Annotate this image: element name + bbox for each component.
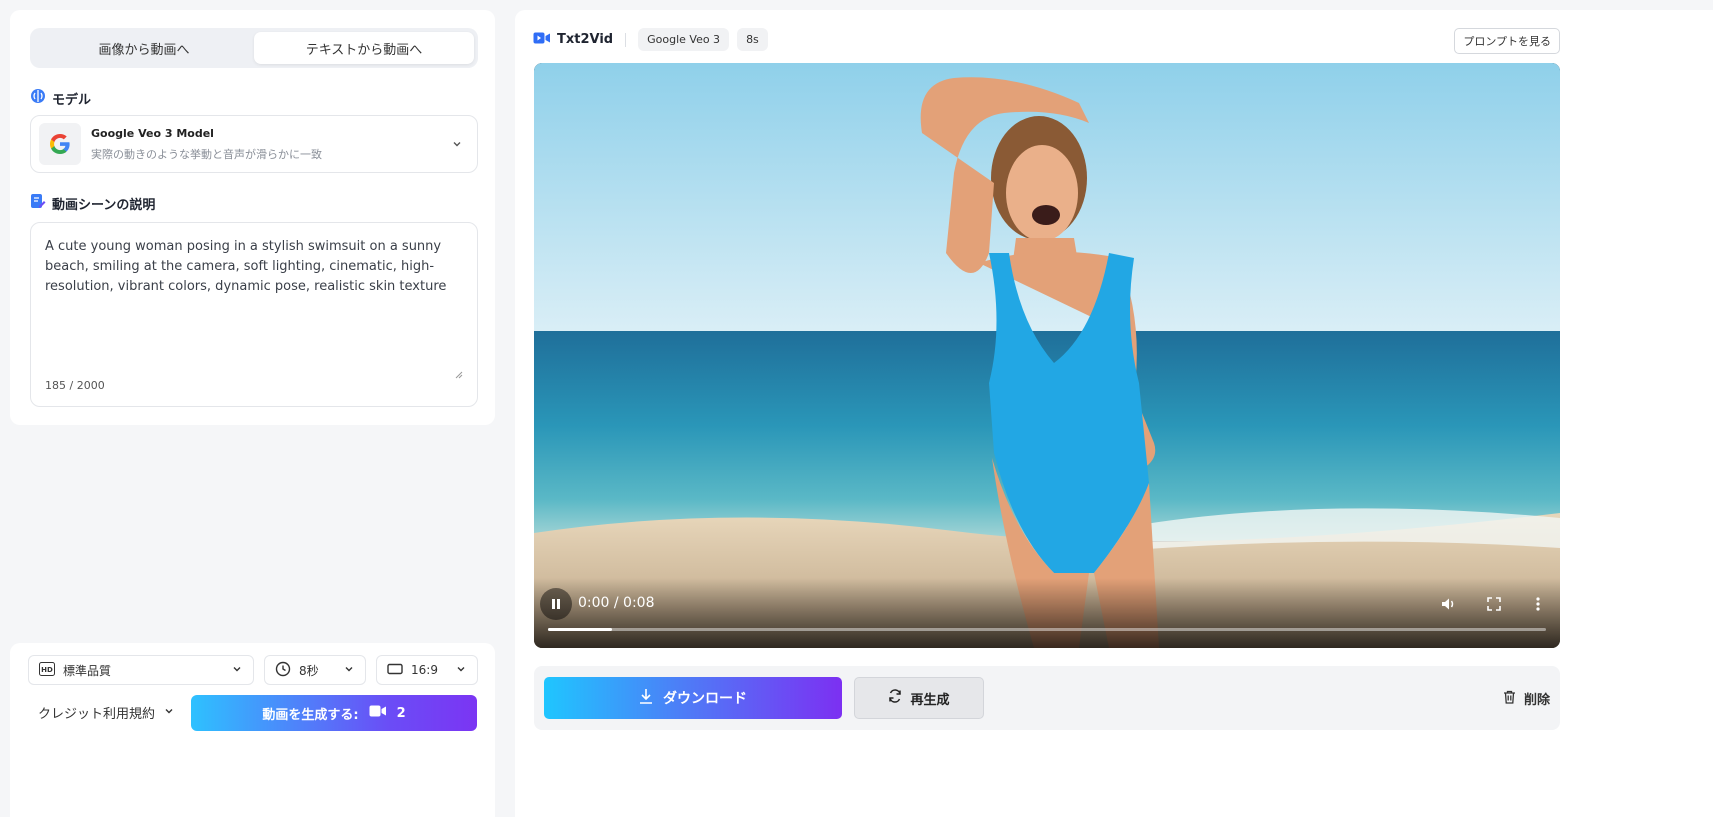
time-display: 0:00 / 0:08	[578, 595, 655, 611]
trash-icon	[1503, 690, 1516, 708]
download-icon	[639, 688, 653, 708]
model-description: 実際の動きのような挙動と音声が滑らかに一致	[91, 147, 322, 161]
delete-button[interactable]: 削除	[1503, 689, 1550, 708]
duration-value: 8秒	[299, 663, 319, 678]
duration-chip: 8s	[737, 28, 768, 51]
model-section-title: モデル	[30, 88, 91, 108]
action-bar: ダウンロード 再生成 削除	[534, 666, 1560, 730]
video-camera-icon	[369, 704, 387, 722]
scene-section-title: 動画シーンの説明	[30, 193, 155, 213]
delete-label: 削除	[1523, 693, 1550, 708]
aspect-value: 16:9	[411, 663, 438, 677]
model-title: モデル	[52, 92, 92, 108]
refresh-icon	[888, 689, 902, 707]
fullscreen-icon	[1487, 597, 1501, 611]
chevron-down-icon	[231, 663, 243, 678]
fullscreen-button[interactable]	[1485, 595, 1503, 613]
preview-header: Txt2Vid Google Veo 3 8s	[533, 28, 768, 51]
generate-video-button[interactable]: 動画を生成する: 2	[191, 695, 477, 731]
quality-value: 標準品質	[63, 663, 112, 678]
video-player[interactable]: 0:00 / 0:08	[534, 63, 1560, 648]
progress-bar[interactable]	[548, 628, 1546, 631]
tab-image-to-video[interactable]: 画像から動画へ	[34, 32, 254, 64]
chevron-down-icon	[455, 663, 467, 678]
settings-panel: 画像から動画へ テキストから動画へ モデル Google Veo 3 Model…	[10, 10, 495, 425]
volume-button[interactable]	[1440, 595, 1458, 613]
download-label: ダウンロード	[663, 691, 747, 707]
video-frame	[534, 63, 1560, 648]
view-prompt-button[interactable]: プロンプトを見る	[1454, 28, 1560, 54]
duration-select[interactable]: 8秒	[264, 655, 366, 685]
more-vertical-icon	[1536, 597, 1540, 611]
generate-label: 動画を生成する:	[262, 707, 359, 723]
player-controls: 0:00 / 0:08	[534, 578, 1560, 648]
pause-icon	[552, 599, 560, 609]
regenerate-label: 再生成	[910, 692, 950, 708]
volume-icon	[1442, 598, 1454, 610]
model-select[interactable]: Google Veo 3 Model 実際の動きのような挙動と音声が滑らかに一致	[30, 115, 478, 173]
credit-terms-label: クレジット利用規約	[38, 707, 156, 722]
clock-icon	[275, 661, 291, 680]
more-options-button[interactable]	[1529, 595, 1547, 613]
scene-title: 動画シーンの説明	[52, 197, 156, 213]
svg-text:HD: HD	[41, 666, 53, 674]
quality-select[interactable]: HD 標準品質	[28, 655, 254, 685]
char-counter: 185 / 2000	[45, 379, 105, 392]
generate-cost: 2	[396, 705, 406, 721]
tab-text-to-video[interactable]: テキストから動画へ	[254, 32, 474, 64]
chevron-down-icon	[445, 138, 469, 150]
progress-fill	[548, 628, 612, 631]
chevron-down-icon	[343, 663, 355, 678]
pause-button[interactable]	[540, 588, 572, 620]
model-name: Google Veo 3 Model	[91, 126, 214, 140]
resize-grip-icon[interactable]	[455, 368, 463, 379]
brain-icon	[30, 88, 46, 108]
video-camera-icon	[533, 31, 551, 49]
prompt-text[interactable]: A cute young woman posing in a stylish s…	[45, 237, 463, 297]
hd-icon: HD	[39, 661, 55, 679]
aspect-ratio-icon	[387, 663, 403, 678]
mode-tabs: 画像から動画へ テキストから動画へ	[30, 28, 478, 68]
regenerate-button[interactable]: 再生成	[854, 677, 984, 719]
prompt-textarea[interactable]: A cute young woman posing in a stylish s…	[30, 222, 478, 407]
credit-terms-dropdown[interactable]: クレジット利用規約	[38, 703, 175, 722]
generate-panel: HD 標準品質 8秒 16:9 クレジット利用規約 動画を生成する: 2	[10, 643, 495, 817]
brand-name: Txt2Vid	[557, 32, 614, 47]
preview-panel: Txt2Vid Google Veo 3 8s プロンプトを見る 0:00 / …	[515, 10, 1713, 817]
header-divider	[625, 32, 627, 47]
download-button[interactable]: ダウンロード	[544, 677, 842, 719]
google-logo-icon	[39, 123, 81, 165]
brand: Txt2Vid	[533, 31, 613, 49]
chevron-down-icon	[163, 705, 175, 721]
model-chip: Google Veo 3	[638, 28, 730, 51]
aspect-select[interactable]: 16:9	[376, 655, 478, 685]
edit-note-icon	[30, 193, 46, 213]
